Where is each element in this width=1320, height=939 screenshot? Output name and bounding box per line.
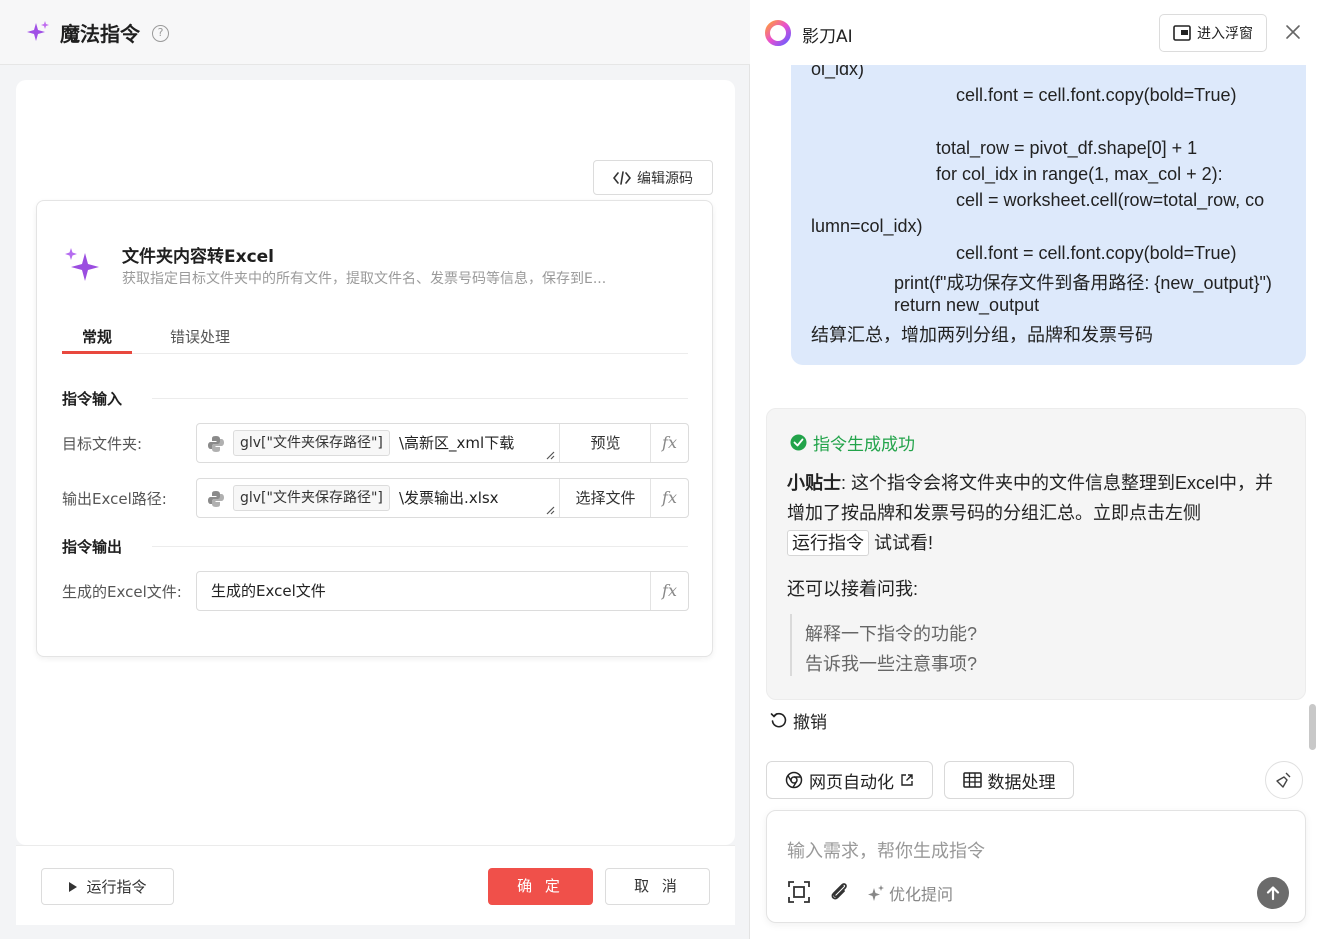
external-link-icon <box>901 774 913 786</box>
tip-paragraph: 小贴士: 这个指令会将文件夹中的文件信息整理到Excel中，并增加了按品牌和发票… <box>787 468 1282 558</box>
optimize-label: 优化提问 <box>889 887 954 904</box>
success-status: 指令生成成功 <box>790 430 915 455</box>
float-window-label: 进入浮窗 <box>1197 26 1253 42</box>
scrollbar-thumb[interactable] <box>1309 704 1316 750</box>
tab-error-handling[interactable]: 错误处理 <box>170 326 230 347</box>
play-icon <box>69 881 78 892</box>
send-button[interactable] <box>1257 877 1289 909</box>
variable-chip[interactable]: glv["文件夹保存路径"] <box>233 430 390 456</box>
output-file-field[interactable]: 生成的Excel文件 fx <box>196 571 689 611</box>
chrome-icon <box>785 771 803 789</box>
command-description: 获取指定目标文件夹中的所有文件，提取文件名、发票号码等信息，保存到E... <box>122 271 607 287</box>
confirm-button[interactable]: 确 定 <box>488 868 593 905</box>
section-title-output: 指令输出 <box>62 538 123 556</box>
arrow-up-icon <box>1266 886 1280 901</box>
target-folder-label: 目标文件夹: <box>62 435 143 453</box>
ai-assistant-panel: 影刀AI 进入浮窗 ol_idx) cell.font = cell.font.… <box>751 0 1320 939</box>
tip-label: 小贴士 <box>787 473 841 493</box>
question-circle-icon[interactable]: ? <box>152 24 169 42</box>
section-divider <box>152 398 688 399</box>
attachment-icon[interactable] <box>827 880 851 904</box>
undo-label: 撤销 <box>793 713 827 732</box>
tab-general[interactable]: 常规 <box>62 326 132 347</box>
data-processing-label: 数据处理 <box>987 772 1056 792</box>
undo-icon <box>770 712 787 728</box>
edit-source-button[interactable]: 编辑源码 <box>593 160 713 195</box>
broom-icon <box>1276 772 1291 788</box>
section-title-input: 指令输入 <box>62 390 123 408</box>
ask-more-label: 还可以接着问我: <box>787 579 919 599</box>
target-folder-field: glv["文件夹保存路径"] \高新区_xml下载 预览 fx <box>196 423 689 463</box>
user-message-bubble: ol_idx) cell.font = cell.font.copy(bold=… <box>791 65 1306 365</box>
variable-chip[interactable]: glv["文件夹保存路径"] <box>233 485 390 511</box>
code-line: 结算汇总，增加两列分组，品牌和发票号码 <box>811 325 1153 345</box>
fx-icon[interactable]: fx <box>650 479 688 517</box>
sparkle-icon <box>27 21 49 41</box>
cancel-button[interactable]: 取 消 <box>605 868 710 905</box>
fx-icon[interactable]: fx <box>650 572 688 610</box>
web-automation-button[interactable]: 网页自动化 <box>766 761 933 799</box>
code-icon <box>613 170 631 185</box>
output-path-field: glv["文件夹保存路径"] \发票输出.xlsx 选择文件 fx <box>196 478 689 518</box>
code-line: total_row = pivot_df.shape[0] + 1 <box>936 138 1198 158</box>
python-icon <box>208 436 224 452</box>
tip-text-end: 试试看! <box>874 533 934 553</box>
resize-handle-icon[interactable] <box>546 451 555 460</box>
assistant-name: 影刀AI <box>802 27 853 47</box>
code-line: ol_idx) <box>811 65 865 79</box>
close-icon[interactable] <box>1283 22 1303 42</box>
code-line: print(f"成功保存文件到备用路径: {new_output}") <box>894 273 1272 293</box>
enter-float-window-button[interactable]: 进入浮窗 <box>1159 14 1267 52</box>
chat-input-placeholder[interactable]: 输入需求，帮你生成指令 <box>787 837 985 863</box>
code-line: cell.font = cell.font.copy(bold=True) <box>956 85 1237 105</box>
command-title: 文件夹内容转Excel <box>122 247 275 267</box>
float-window-icon <box>1173 25 1191 41</box>
chat-input-box[interactable]: 输入需求，帮你生成指令 优化提问 <box>766 810 1306 923</box>
code-line: cell.font = cell.font.copy(bold=True) <box>956 243 1237 263</box>
tab-divider <box>62 353 688 354</box>
undo-button[interactable]: 撤销 <box>770 708 827 733</box>
code-line: lumn=col_idx) <box>811 216 923 236</box>
edit-source-label: 编辑源码 <box>637 170 693 187</box>
resize-handle-icon[interactable] <box>546 506 555 515</box>
check-circle-icon <box>790 434 807 451</box>
sparkle-icon <box>868 885 884 901</box>
run-command-chip[interactable]: 运行指令 <box>787 530 869 556</box>
output-path-suffix[interactable]: \发票输出.xlsx <box>399 487 499 508</box>
output-path-label: 输出Excel路径: <box>62 490 167 508</box>
suggestion-item[interactable]: 解释一下指令的功能? <box>805 620 977 646</box>
yingdao-ai-logo <box>765 20 791 46</box>
success-label: 指令生成成功 <box>813 435 915 454</box>
screenshot-icon[interactable] <box>787 880 811 904</box>
output-file-value[interactable]: 生成的Excel文件 <box>211 580 326 601</box>
magic-command-panel: 魔法指令 ? 编辑源码 文件夹内容转Excel 获取指定目标文件夹中的所有文件，… <box>0 0 750 939</box>
command-sparkle-icon <box>65 248 99 281</box>
target-folder-suffix[interactable]: \高新区_xml下载 <box>399 432 514 453</box>
output-file-label: 生成的Excel文件: <box>62 583 182 601</box>
section-divider <box>152 546 688 547</box>
preview-button[interactable]: 预览 <box>559 424 651 462</box>
choose-file-button[interactable]: 选择文件 <box>559 479 651 517</box>
suggestion-bar <box>790 614 792 676</box>
clear-chat-button[interactable] <box>1265 761 1303 799</box>
active-tab-indicator <box>62 351 132 354</box>
code-line: return new_output <box>894 295 1040 315</box>
code-line: cell = worksheet.cell(row=total_row, co <box>956 190 1265 210</box>
assistant-header: 影刀AI 进入浮窗 <box>751 0 1320 65</box>
panel-header: 魔法指令 ? <box>0 0 750 65</box>
suggestion-item[interactable]: 告诉我一些注意事项? <box>805 650 977 676</box>
table-icon <box>962 772 982 788</box>
page-title: 魔法指令 <box>60 21 140 46</box>
code-line: for col_idx in range(1, max_col + 2): <box>936 164 1223 184</box>
data-processing-button[interactable]: 数据处理 <box>944 761 1074 799</box>
tip-text: : 这个指令会将文件夹中的文件信息整理到Excel中，并增加了按品牌和发票号码的… <box>787 473 1274 523</box>
fx-icon[interactable]: fx <box>650 424 688 462</box>
optimize-question-button[interactable]: 优化提问 <box>867 881 953 905</box>
run-command-label: 运行指令 <box>86 878 147 896</box>
python-icon <box>208 491 224 507</box>
run-command-button[interactable]: 运行指令 <box>41 868 174 905</box>
web-automation-label: 网页自动化 <box>809 772 894 792</box>
